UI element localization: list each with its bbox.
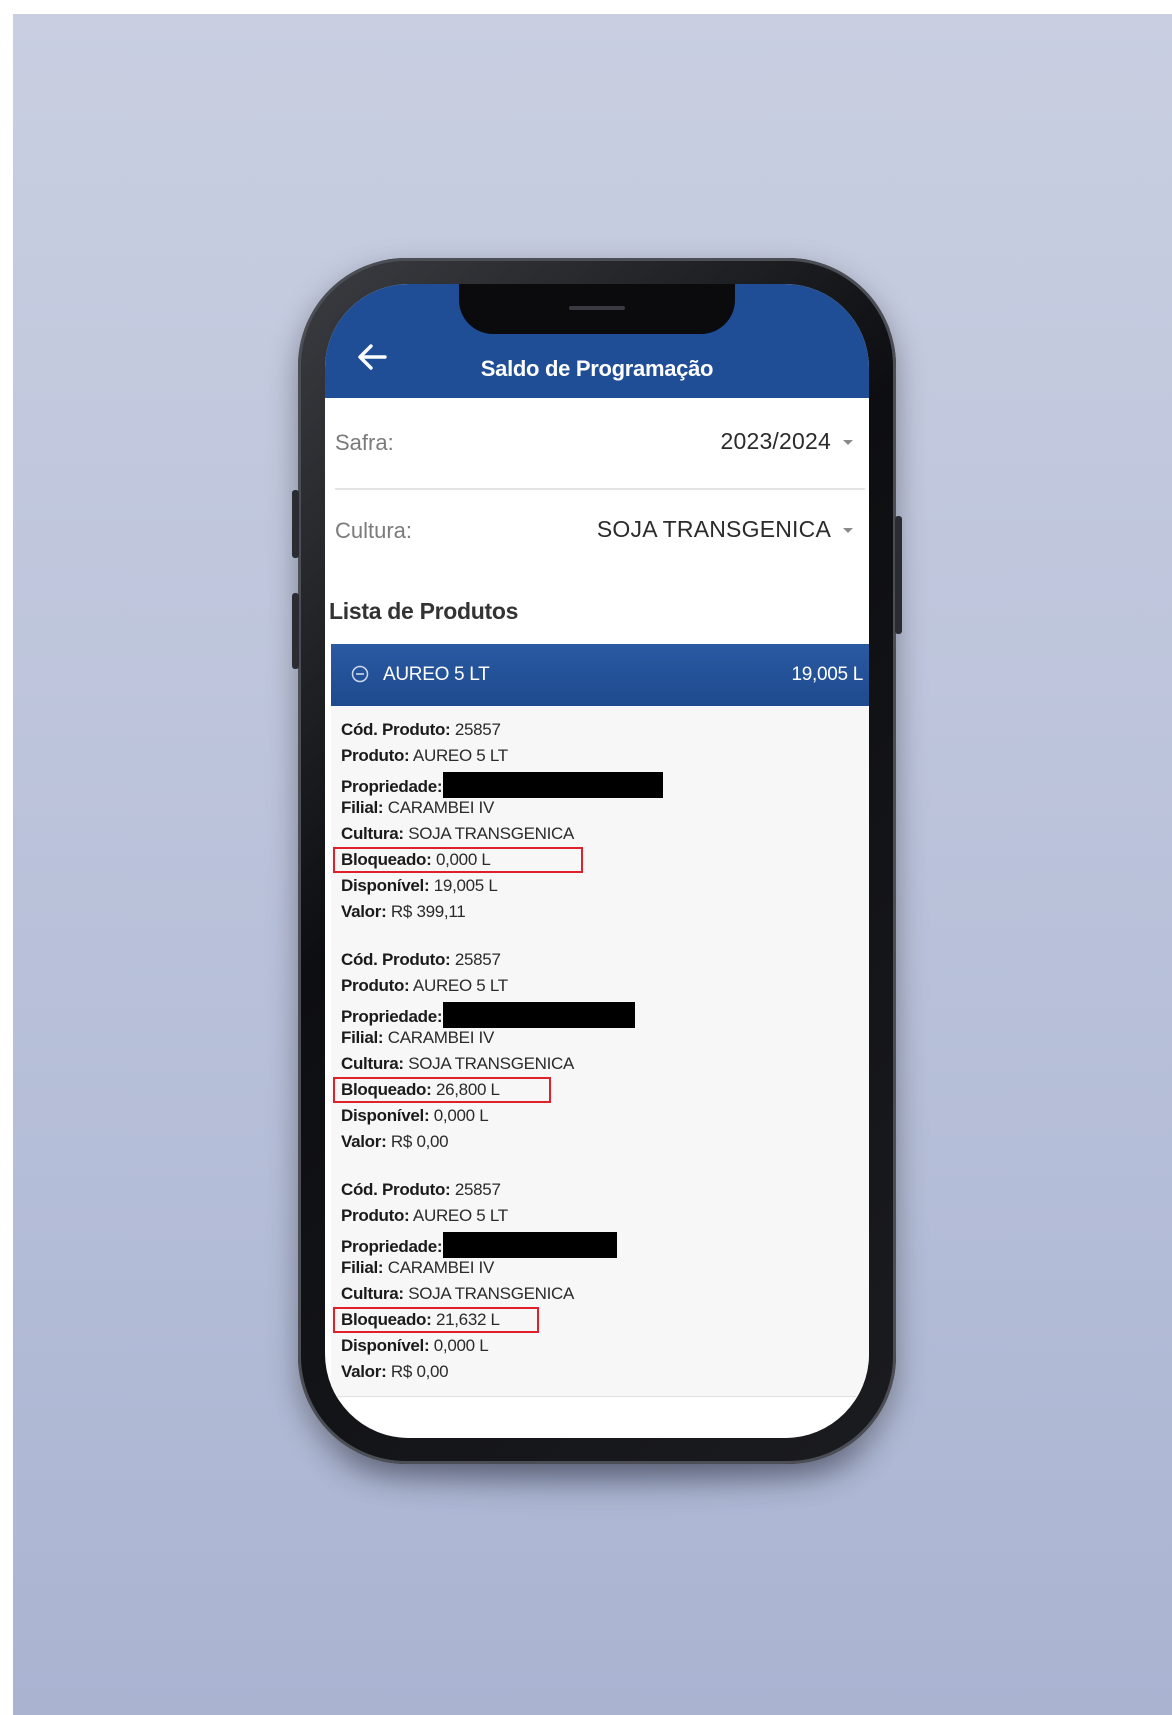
cultura-line: Cultura: SOJA TRANSGENICA: [341, 824, 575, 843]
phone-frame: Saldo de Programação Safra: 2023/2024 Cu…: [292, 258, 902, 1464]
valor-line: Valor: R$ 0,00: [341, 1132, 449, 1151]
product-group-name: AUREO 5 LT: [383, 664, 490, 685]
safra-label: Safra:: [335, 430, 394, 455]
page-title: Saldo de Programação: [480, 356, 714, 381]
propriedade-line: Propriedade:: [341, 1232, 618, 1258]
product-card: Cód. Produto: 25857 Produto: AUREO 5 LT …: [331, 1166, 869, 1397]
volume-up-button: [292, 490, 299, 558]
speaker-grille: [569, 306, 625, 310]
bloqueado-line: Bloqueado: 26,800 L: [341, 1080, 500, 1099]
phone-notch: [459, 284, 735, 334]
disponivel-line: Disponível: 0,000 L: [341, 1106, 489, 1125]
product-group-header[interactable]: AUREO 5 LT 19,005 L: [331, 644, 869, 706]
filial-line: Filial: CARAMBEI IV: [341, 1028, 495, 1047]
bloqueado-line: Bloqueado: 0,000 L: [341, 850, 491, 869]
valor-line: Valor: R$ 399,11: [341, 902, 466, 921]
product-group-total: 19,005 L: [791, 664, 863, 685]
safra-selector[interactable]: Safra: 2023/2024: [325, 408, 869, 478]
valor-line: Valor: R$ 0,00: [341, 1362, 449, 1381]
redaction-bar: [443, 1002, 636, 1028]
disponivel-line: Disponível: 19,005 L: [341, 876, 498, 895]
filial-line: Filial: CARAMBEI IV: [341, 798, 495, 817]
cod-produto-line: Cód. Produto: 25857: [341, 720, 501, 739]
cultura-label: Cultura:: [335, 518, 413, 543]
section-title: Lista de Produtos: [329, 598, 519, 624]
product-card: Cód. Produto: 25857 Produto: AUREO 5 LT …: [331, 706, 869, 937]
cultura-line: Cultura: SOJA TRANSGENICA: [341, 1054, 575, 1073]
filial-line: Filial: CARAMBEI IV: [341, 1258, 495, 1277]
collapse-icon[interactable]: [351, 665, 369, 683]
cultura-value[interactable]: SOJA TRANSGENICA: [597, 516, 831, 543]
chevron-down-icon[interactable]: [843, 440, 853, 445]
volume-down-button: [292, 593, 299, 669]
cultura-line: Cultura: SOJA TRANSGENICA: [341, 1284, 575, 1303]
cultura-selector[interactable]: Cultura: SOJA TRANSGENICA: [325, 496, 869, 566]
safra-value[interactable]: 2023/2024: [720, 428, 831, 455]
propriedade-line: Propriedade:: [341, 1002, 636, 1028]
divider: [335, 488, 865, 490]
screen-bottom-fade: [325, 1398, 869, 1438]
redaction-bar: [443, 1232, 618, 1258]
chevron-down-icon[interactable]: [843, 528, 853, 533]
propriedade-line: Propriedade:: [341, 772, 664, 798]
bloqueado-line: Bloqueado: 21,632 L: [341, 1310, 500, 1329]
cod-produto-line: Cód. Produto: 25857: [341, 1180, 501, 1199]
phone-screen: Saldo de Programação Safra: 2023/2024 Cu…: [325, 284, 869, 1438]
product-card: Cód. Produto: 25857 Produto: AUREO 5 LT …: [331, 936, 869, 1167]
redaction-bar: [443, 772, 664, 798]
produto-line: Produto: AUREO 5 LT: [341, 1206, 508, 1225]
produto-line: Produto: AUREO 5 LT: [341, 746, 508, 765]
cod-produto-line: Cód. Produto: 25857: [341, 950, 501, 969]
power-button: [895, 516, 902, 634]
disponivel-line: Disponível: 0,000 L: [341, 1336, 489, 1355]
produto-line: Produto: AUREO 5 LT: [341, 976, 508, 995]
